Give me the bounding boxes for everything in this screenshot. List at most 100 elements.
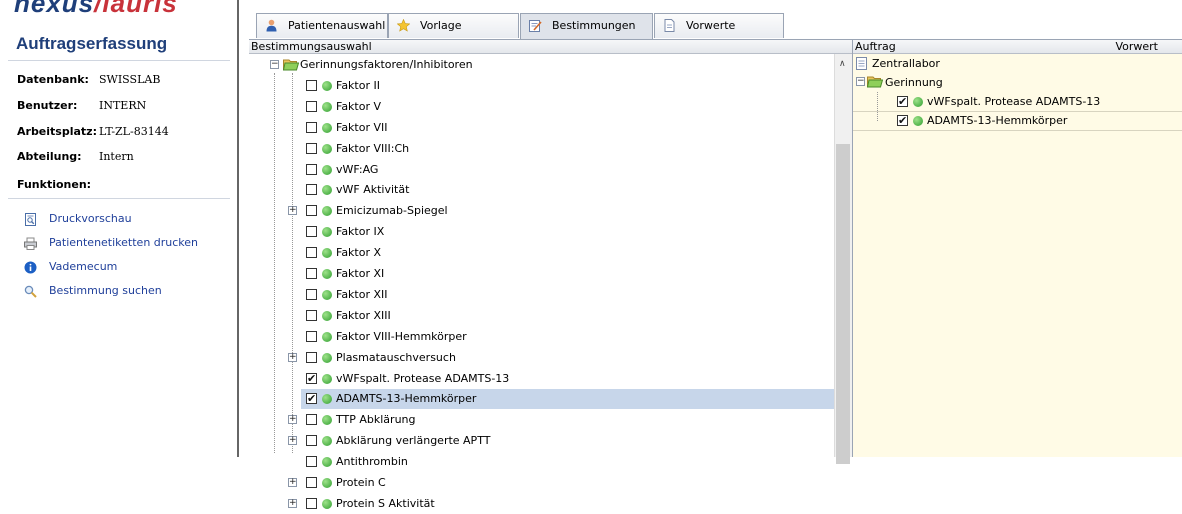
collapse-icon[interactable]: − — [856, 77, 865, 86]
test-label: Faktor XII — [336, 287, 388, 301]
status-green-icon — [322, 310, 332, 321]
page-title: Auftragserfassung — [8, 31, 230, 61]
info-user: Benutzer: INTERN — [17, 99, 147, 112]
expand-icon[interactable]: + — [288, 352, 297, 362]
vertical-scrollbar[interactable]: ∧ — [834, 54, 852, 464]
status-green-icon — [322, 185, 332, 196]
test-tree-item[interactable]: + Protein C — [249, 473, 834, 493]
status-green-icon — [322, 289, 332, 300]
status-green-icon — [322, 478, 332, 488]
test-checkbox[interactable] — [306, 497, 317, 509]
test-tree-item[interactable]: Faktor V — [249, 97, 834, 117]
order-item[interactable]: vWFspalt. Protease ADAMTS-13 — [853, 92, 1182, 111]
tree-root-node[interactable]: − Gerinnungsfaktoren/Inhibitoren — [249, 55, 834, 75]
test-checkbox[interactable] — [306, 456, 317, 468]
tab-determinations[interactable]: Bestimmungen — [520, 13, 653, 39]
test-tree-item[interactable]: Faktor VIII-Hemmkörper — [249, 327, 834, 347]
test-tree-item[interactable]: Faktor X — [249, 243, 834, 263]
status-green-icon — [322, 143, 332, 154]
test-tree-item[interactable]: Antithrombin — [249, 452, 834, 472]
order-root-node[interactable]: Zentrallabor — [853, 54, 1182, 73]
print-preview-icon — [25, 213, 36, 226]
test-checkbox[interactable] — [306, 142, 317, 154]
test-tree-item[interactable]: Faktor XII — [249, 285, 834, 305]
order-root-label: Zentrallabor — [872, 57, 940, 70]
expand-icon[interactable]: + — [288, 478, 297, 487]
test-label: Faktor VII — [336, 120, 388, 134]
status-green-icon — [322, 206, 332, 217]
test-checkbox[interactable] — [306, 477, 317, 488]
test-checkbox[interactable] — [306, 184, 317, 196]
status-green-icon — [322, 394, 332, 405]
test-checkbox[interactable] — [306, 163, 317, 175]
test-tree-item[interactable]: Faktor XI — [249, 264, 834, 284]
status-green-icon — [322, 436, 332, 447]
test-checkbox[interactable] — [306, 121, 317, 133]
test-checkbox[interactable] — [306, 389, 317, 409]
test-tree-item[interactable]: Faktor II — [249, 76, 834, 96]
info-workstation: Arbeitsplatz: LT-ZL-83144 — [17, 125, 169, 138]
test-tree-item[interactable]: Faktor VIII:Ch — [249, 139, 834, 159]
test-tree-item[interactable]: + Plasmatauschversuch — [249, 348, 834, 368]
test-label: Faktor VIII:Ch — [336, 141, 410, 155]
test-tree-item[interactable]: + TTP Abklärung — [249, 410, 834, 430]
test-checkbox[interactable] — [306, 79, 317, 91]
status-green-icon — [322, 80, 332, 91]
order-checkbox[interactable] — [897, 92, 908, 111]
test-checkbox[interactable] — [306, 247, 317, 259]
status-green-icon — [322, 164, 332, 175]
test-tree-item[interactable]: Faktor IX — [249, 222, 834, 242]
test-checkbox[interactable] — [306, 288, 317, 300]
test-tree-item[interactable]: vWF:AG — [249, 160, 834, 180]
tab-previous-values[interactable]: Vorwerte — [654, 13, 784, 38]
test-tree-item[interactable]: + Protein S Aktivität — [249, 494, 834, 514]
info-department: Abteilung: Intern — [17, 150, 134, 163]
expand-icon[interactable]: + — [288, 415, 297, 425]
order-item[interactable]: ADAMTS-13-Hemmkörper — [853, 111, 1182, 130]
test-checkbox[interactable] — [306, 369, 317, 389]
test-label: Faktor V — [336, 99, 382, 113]
test-checkbox[interactable] — [306, 268, 317, 279]
scrollbar-thumb[interactable] — [836, 144, 850, 464]
status-green-icon — [322, 122, 332, 133]
status-green-icon — [322, 457, 332, 468]
person-icon — [266, 19, 277, 32]
test-checkbox[interactable] — [306, 100, 317, 112]
order-checkbox[interactable] — [897, 111, 908, 130]
status-green-icon — [322, 373, 332, 384]
test-label: Abklärung verlängerte APTT — [336, 434, 491, 448]
test-tree-item[interactable]: vWF Aktivität — [249, 180, 834, 200]
test-tree-item[interactable]: vWFspalt. Protease ADAMTS-13 — [249, 369, 834, 389]
expand-icon[interactable]: + — [288, 498, 297, 508]
test-tree-item[interactable]: + Emicizumab-Spiegel — [249, 201, 834, 221]
test-checkbox[interactable] — [306, 351, 317, 363]
test-tree-item[interactable]: ADAMTS-13-Hemmkörper — [301, 389, 834, 410]
lab-document-icon — [856, 57, 867, 70]
status-green-icon — [322, 227, 332, 238]
test-checkbox[interactable] — [306, 226, 317, 238]
test-label: TTP Abklärung — [336, 413, 416, 427]
test-label: Faktor II — [336, 78, 380, 92]
order-pane: Auftrag Vorwert Zentrallabor− Gerinnung vW… — [853, 40, 1182, 457]
tree-root-label: Gerinnungsfaktoren/Inhibitoren — [300, 58, 473, 71]
test-tree-item[interactable]: Faktor XIII — [249, 306, 834, 326]
test-tree-item[interactable]: + Abklärung verlängerte APTT — [249, 431, 834, 451]
test-checkbox[interactable] — [306, 309, 317, 321]
tab-template[interactable]: Vorlage — [388, 13, 519, 38]
status-green-icon — [322, 101, 332, 112]
test-checkbox[interactable] — [306, 435, 317, 447]
test-tree-item[interactable]: Faktor VII — [249, 118, 834, 138]
collapse-icon[interactable]: − — [270, 60, 279, 69]
test-checkbox[interactable] — [306, 205, 317, 217]
order-group-node[interactable]: − Gerinnung — [853, 73, 1182, 92]
scroll-up-icon[interactable]: ∧ — [839, 59, 846, 69]
info-icon — [24, 261, 37, 274]
tab-patient-selection[interactable]: Patientenauswahl — [256, 13, 388, 38]
test-checkbox[interactable] — [306, 330, 317, 342]
test-label: vWF Aktivität — [336, 183, 410, 197]
test-label: Faktor IX — [336, 225, 385, 239]
app-logo: nexus/lauris — [14, 0, 178, 18]
expand-icon[interactable]: + — [288, 436, 297, 446]
expand-icon[interactable]: + — [288, 206, 297, 216]
test-checkbox[interactable] — [306, 414, 317, 426]
